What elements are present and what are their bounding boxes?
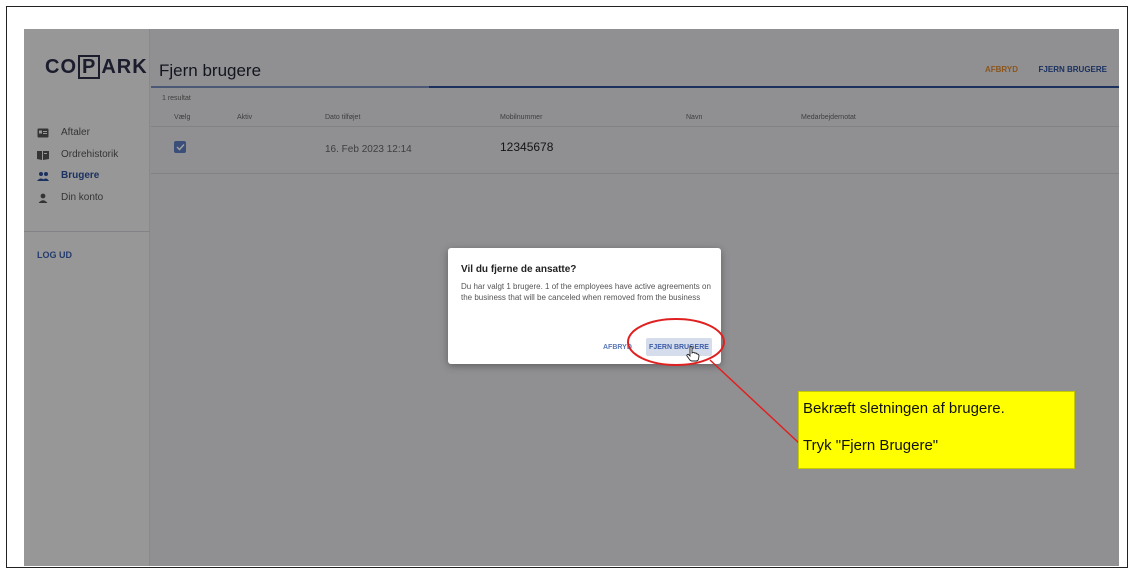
callout-line-2: Tryk "Fjern Brugere" (803, 437, 939, 454)
screenshot-frame: CO P ARK Aftaler Ordrehistorik Brugere D… (6, 6, 1128, 568)
hand-cursor-icon (686, 346, 700, 362)
confirm-dialog: Vil du fjerne de ansatte? Du har valgt 1… (448, 248, 721, 364)
annotation-callout: Bekræft sletningen af brugere. Tryk "Fje… (798, 391, 1075, 469)
dialog-message: Du har valgt 1 brugere. 1 of the employe… (461, 282, 711, 302)
dialog-cancel-button[interactable]: AFBRYD (603, 344, 632, 351)
dialog-title: Vil du fjerne de ansatte? (461, 264, 577, 275)
callout-line-1: Bekræft sletningen af brugere. (803, 400, 1005, 417)
dialog-confirm-button[interactable]: FJERN BRUGERE (646, 338, 712, 356)
app-window: CO P ARK Aftaler Ordrehistorik Brugere D… (24, 29, 1119, 566)
